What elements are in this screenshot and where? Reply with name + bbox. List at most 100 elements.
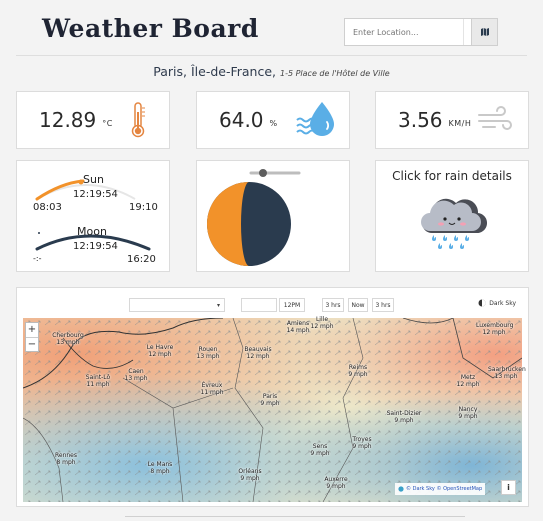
city-wind-speed: 9 mph xyxy=(458,413,478,420)
city-name: Rouen xyxy=(198,346,218,353)
city-wind-speed: 9 mph xyxy=(394,417,414,424)
city-name: Saarbrücken xyxy=(488,366,526,373)
map-city-label: Paris 9 mph xyxy=(252,393,288,407)
darksky-label: Dark Sky xyxy=(489,299,516,307)
city-name: Évreux xyxy=(201,382,223,389)
rain-card[interactable]: Click for rain details xyxy=(375,160,529,272)
map-city-label: Reims 9 mph xyxy=(340,364,376,378)
city-name: Lille xyxy=(315,316,329,323)
weather-board-page: Weather Board Paris, Île-de-France, 1-5 … xyxy=(0,0,543,521)
map-city-label: Luxembourg 12 mph xyxy=(476,322,514,336)
city-name: Saint-Dizier xyxy=(386,410,422,417)
map-city-label: Beauvais 12 mph xyxy=(240,346,276,360)
map-date-select[interactable] xyxy=(241,298,277,312)
city-name: Rennes xyxy=(54,452,77,459)
app-title: Weather Board xyxy=(42,14,259,43)
map-city-label: Auxerre 9 mph xyxy=(318,476,354,490)
city-wind-speed: 11 mph xyxy=(200,389,224,396)
location-search-input[interactable] xyxy=(345,19,463,45)
wind-card: 3.56 KM/H xyxy=(375,91,529,149)
city-name: Beauvais xyxy=(244,346,272,353)
city-wind-speed: 8 mph xyxy=(56,459,76,466)
bottom-card-edge xyxy=(125,516,465,521)
sun-moon-card: Sun 12:19:54 08:03 19:10 Moon 12:19:54 -… xyxy=(16,160,170,272)
city-wind-speed: 9 mph xyxy=(240,475,260,482)
sun-current-time: 12:19:54 xyxy=(73,189,118,200)
map-city-label: Saint-Dizier 9 mph xyxy=(386,410,422,424)
map-back-3hrs-button[interactable]: 3 hrs xyxy=(322,298,344,312)
city-name: Orléans xyxy=(238,468,262,475)
zoom-in-button[interactable]: + xyxy=(26,323,38,337)
city-wind-speed: 13 mph xyxy=(196,353,220,360)
map-attribution-text: © Dark Sky © OpenStreetMap xyxy=(406,486,483,492)
wind-icon xyxy=(478,106,513,130)
map-city-label: Rennes 8 mph xyxy=(48,452,84,466)
thermometer-icon xyxy=(131,102,145,138)
city-wind-speed: 9 mph xyxy=(310,450,330,457)
city-wind-speed: 13 mph xyxy=(494,373,518,380)
humidity-drop-icon xyxy=(295,102,334,136)
temperature-unit: °C xyxy=(102,118,113,128)
city-wind-speed: 9 mph xyxy=(326,483,346,490)
city-wind-speed: 9 mph xyxy=(348,371,368,378)
moonrise-time: -:- xyxy=(33,254,42,263)
map-city-label: Le Havre 12 mph xyxy=(142,344,178,358)
map-city-label: Lille 12 mph xyxy=(304,316,340,330)
city-wind-speed: 11 mph xyxy=(86,381,110,388)
map-city-label: Rouen 13 mph xyxy=(190,346,226,360)
moon-phase-graphic xyxy=(207,169,301,266)
moon-current-time: 12:19:54 xyxy=(73,241,118,252)
map-toggle-button[interactable] xyxy=(471,18,498,46)
location-line: Paris, Île-de-France, 1-5 Place de l'Hôt… xyxy=(0,64,543,79)
city-wind-speed: 9 mph xyxy=(352,443,372,450)
map-forward-3hrs-button[interactable]: 3 hrs xyxy=(372,298,394,312)
sunrise-time: 08:03 xyxy=(33,202,62,213)
city-name: Le Havre xyxy=(146,344,174,351)
zoom-out-button[interactable]: − xyxy=(26,337,38,351)
darksky-link[interactable]: Dark Sky xyxy=(478,299,516,307)
city-wind-speed: 13 mph xyxy=(124,375,148,382)
city-wind-speed: 12 mph xyxy=(148,351,172,358)
map-attribution[interactable]: © Dark Sky © OpenStreetMap xyxy=(395,483,486,495)
moon-label: Moon xyxy=(77,225,107,238)
map-info-button[interactable]: i xyxy=(501,480,516,495)
map-now-button[interactable]: Now xyxy=(348,298,368,312)
rain-cloud-icon xyxy=(421,198,488,249)
map-city-label: Orléans 9 mph xyxy=(232,468,268,482)
map-city-label: Le Mans 8 mph xyxy=(142,461,178,475)
humidity-card: 64.0 % xyxy=(196,91,350,149)
map-city-label: Caen 13 mph xyxy=(118,368,154,382)
map-city-label: Troyes 9 mph xyxy=(344,436,380,450)
map-zoom-control: + − xyxy=(25,322,39,352)
moon-phase-slider-handle[interactable] xyxy=(259,169,267,177)
city-name: Metz xyxy=(460,374,476,381)
city-wind-speed: 12 mph xyxy=(456,381,480,388)
wind-unit: KM/H xyxy=(448,118,472,128)
city-wind-speed: 12 mph xyxy=(310,323,334,330)
darksky-small-icon xyxy=(398,486,404,492)
city-wind-speed: 8 mph xyxy=(150,468,170,475)
map-city-label: Metz 12 mph xyxy=(450,374,486,388)
city-name: Caen xyxy=(128,368,144,375)
header-divider xyxy=(16,55,527,56)
temperature-card: 12.89 °C xyxy=(16,91,170,149)
city-wind-speed: 12 mph xyxy=(482,329,506,336)
map-layer-select[interactable]: ▾ xyxy=(129,298,225,312)
map-city-label: Saint-Lô 11 mph xyxy=(80,374,116,388)
map-city-label: Nancy 9 mph xyxy=(450,406,486,420)
city-name: Sens xyxy=(312,443,328,450)
darksky-icon xyxy=(478,299,486,307)
map-time-select[interactable]: 12PM xyxy=(279,298,305,312)
city-name: Luxembourg xyxy=(476,322,514,329)
moonset-time: 16:20 xyxy=(127,254,156,265)
wind-value: 3.56 xyxy=(398,108,443,132)
city-name: Paris xyxy=(262,393,278,400)
city-wind-speed: 9 mph xyxy=(260,400,280,407)
location-city: Paris, Île-de-France, xyxy=(153,64,277,79)
city-name: Le Mans xyxy=(147,461,173,468)
sun-label: Sun xyxy=(83,173,104,186)
map-city-label: Évreux 11 mph xyxy=(194,382,230,396)
rain-details-label[interactable]: Click for rain details xyxy=(376,169,528,183)
city-wind-speed: 12 mph xyxy=(246,353,270,360)
city-name: Cherbourg xyxy=(52,332,84,339)
